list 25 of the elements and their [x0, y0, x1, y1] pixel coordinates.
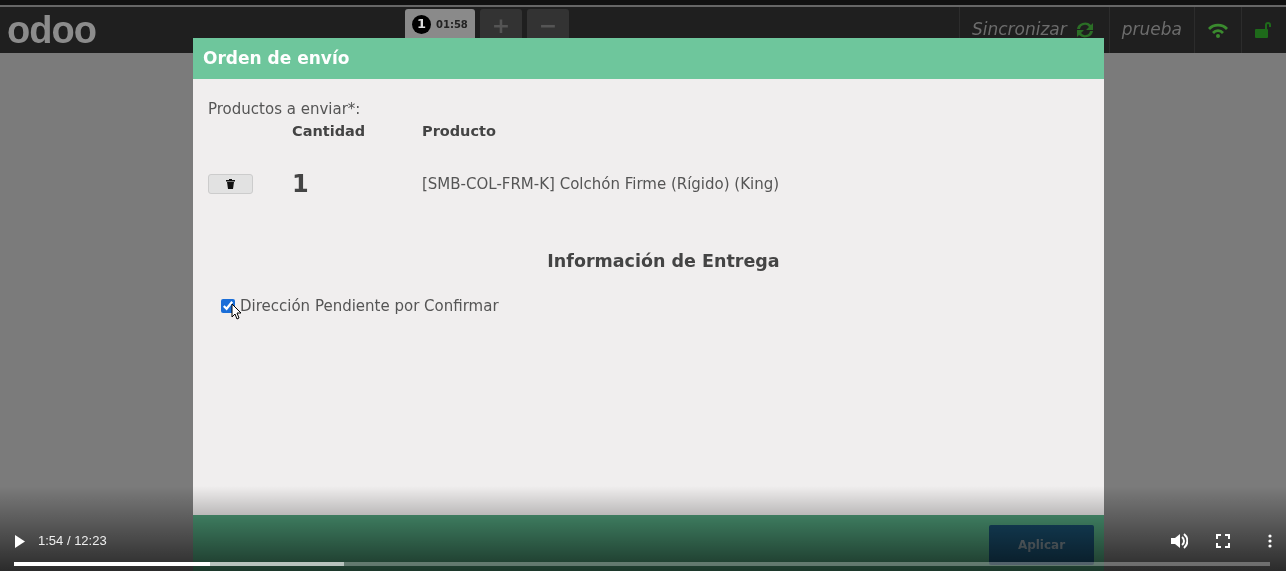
order-time: 01:58	[436, 17, 468, 32]
video-time: 1:54 / 12:23	[38, 532, 107, 551]
fullscreen-icon[interactable]	[1216, 534, 1230, 548]
field-label: Productos a enviar*:	[208, 99, 362, 120]
user-name: prueba	[1121, 18, 1182, 42]
logo: odoo	[6, 11, 97, 49]
play-icon[interactable]	[14, 534, 26, 548]
delete-button[interactable]	[208, 174, 253, 195]
more-icon[interactable]	[1268, 534, 1272, 548]
trash-icon	[226, 179, 235, 190]
apply-button[interactable]: Aplicar	[989, 525, 1094, 565]
progress-bar[interactable]	[14, 562, 1270, 566]
section-title: Información de Entrega	[546, 250, 781, 274]
wifi-icon	[1207, 22, 1229, 38]
quantity: 1	[292, 169, 310, 201]
dialog-title: Orden de envío	[193, 38, 1104, 79]
column-header: Cantidad	[292, 121, 367, 141]
cursor-icon	[231, 302, 242, 320]
column-header: Producto	[422, 121, 497, 141]
product-name: [SMB-COL-FRM-K] Colchón Firme (Rígido) (King)	[422, 174, 781, 195]
order-number: 1	[412, 14, 431, 34]
checkbox[interactable]	[221, 298, 235, 313]
unlock-icon	[1254, 21, 1274, 39]
checkbox-label: Dirección Pendiente por Confirmar	[240, 295, 499, 317]
volume-icon[interactable]	[1170, 533, 1188, 549]
